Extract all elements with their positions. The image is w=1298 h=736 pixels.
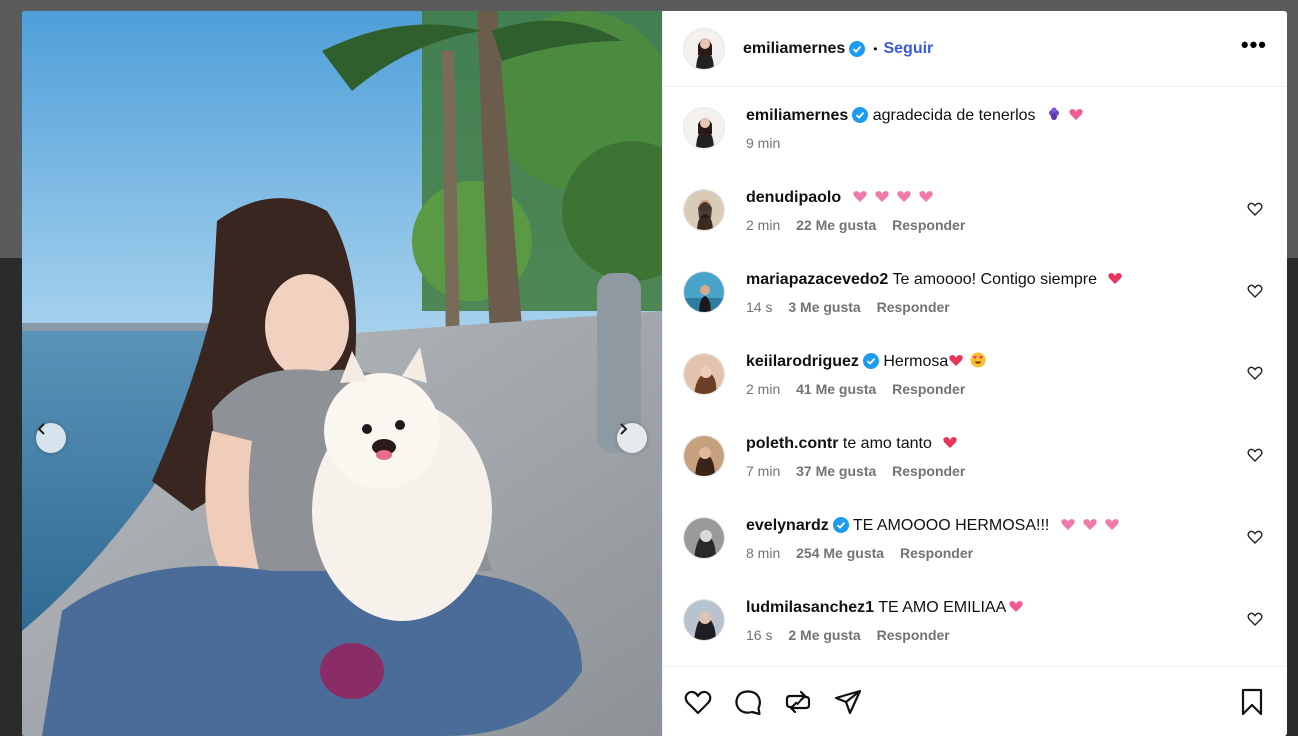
- heart-emoji-icon: [874, 191, 889, 202]
- post-photo: [22, 11, 662, 736]
- author-username[interactable]: emiliamernes: [743, 40, 845, 58]
- reply-button[interactable]: Responder: [892, 381, 965, 397]
- comment-item: denudipaolo 2 min 22 Me gusta Responder: [683, 187, 1267, 269]
- comment-likes[interactable]: 37 Me gusta: [796, 463, 876, 479]
- heart-emoji-icon: [896, 191, 911, 202]
- comment-username[interactable]: ludmilasanchez1: [746, 599, 874, 616]
- comment-item: ludmilasanchez1 TE AMO EMILIAA 16 s 2 Me…: [683, 597, 1267, 666]
- heart-emoji-icon: [943, 437, 957, 448]
- caption-text: agradecida de tenerlos: [872, 107, 1036, 124]
- comment-time: 16 s: [746, 627, 773, 643]
- heart-emoji-icon: [1083, 519, 1097, 530]
- caption-time: 9 min: [746, 135, 781, 151]
- comment-time: 2 min: [746, 217, 781, 233]
- reply-button[interactable]: Responder: [892, 463, 965, 479]
- backdrop-left: [0, 258, 22, 736]
- comment-time: 14 s: [746, 299, 773, 315]
- commenter-avatar[interactable]: [683, 517, 725, 559]
- comment-text: TE AMO EMILIAA: [878, 599, 1007, 616]
- reply-button[interactable]: Responder: [877, 299, 950, 315]
- share-icon[interactable]: [833, 687, 863, 717]
- author-avatar[interactable]: [683, 27, 725, 70]
- comments-panel: emiliamernes • Seguir ••• emiliamernes a…: [662, 11, 1287, 736]
- like-comment-heart-icon[interactable]: [1247, 365, 1263, 381]
- comment-likes[interactable]: 2 Me gusta: [788, 627, 860, 643]
- verified-badge-icon: [862, 353, 879, 369]
- comment-username[interactable]: mariapazacevedo2: [746, 271, 888, 288]
- comment-item: keiilarodriguez Hermosa 2 min 41 Me gust…: [683, 351, 1267, 433]
- comment-text: TE AMOOOO HERMOSA!!!: [852, 517, 1050, 534]
- author-avatar[interactable]: [683, 107, 725, 149]
- heart-emoji-icon: [918, 191, 933, 202]
- comment-time: 2 min: [746, 381, 781, 397]
- comment-text: te amo tanto: [842, 435, 932, 452]
- photo-scene: [22, 11, 662, 736]
- comment-text: Te amoooo! Contigo siempre: [892, 271, 1098, 288]
- heart-emoji-icon: [949, 355, 963, 366]
- backdrop-right: [1286, 258, 1298, 736]
- comment-time: 7 min: [746, 463, 781, 479]
- like-comment-heart-icon[interactable]: [1247, 283, 1263, 299]
- chevron-left-icon: [37, 423, 45, 435]
- heart-eyes-emoji-icon: [970, 352, 986, 368]
- comment-likes[interactable]: 22 Me gusta: [796, 217, 876, 233]
- grapes-emoji-icon: [1048, 107, 1059, 120]
- comment-text: Hermosa: [883, 353, 949, 370]
- bookmark-icon[interactable]: [1237, 687, 1267, 717]
- comment-username[interactable]: evelynardz: [746, 517, 829, 534]
- like-comment-heart-icon[interactable]: [1247, 201, 1263, 217]
- separator-dot: •: [873, 41, 878, 56]
- follow-button[interactable]: Seguir: [883, 40, 933, 58]
- comment-icon[interactable]: [733, 687, 763, 717]
- comment-likes[interactable]: 3 Me gusta: [788, 299, 860, 315]
- commenter-avatar[interactable]: [683, 599, 725, 641]
- heart-emoji-icon: [1108, 273, 1123, 284]
- comment-time: 8 min: [746, 545, 781, 561]
- action-bar: [663, 666, 1287, 736]
- commenter-avatar[interactable]: [683, 271, 725, 313]
- comment-username[interactable]: poleth.contr: [746, 435, 838, 452]
- comment-username[interactable]: denudipaolo: [746, 189, 841, 206]
- comment-username[interactable]: keiilarodriguez: [746, 353, 859, 370]
- verified-badge-icon: [832, 517, 849, 533]
- comment-item: mariapazacevedo2 Te amoooo! Contigo siem…: [683, 269, 1267, 351]
- verified-badge-icon: [849, 40, 866, 57]
- heart-emoji-icon: [852, 191, 867, 202]
- reply-button[interactable]: Responder: [877, 627, 950, 643]
- like-comment-heart-icon[interactable]: [1247, 611, 1263, 627]
- heart-emoji-icon: [1061, 519, 1075, 530]
- comment-item: evelynardz TE AMOOOO HERMOSA!!! 8 min 25…: [683, 515, 1267, 597]
- more-options-button[interactable]: •••: [1241, 33, 1267, 58]
- caption: emiliamernes agradecida de tenerlos 9 mi…: [683, 105, 1267, 187]
- like-comment-heart-icon[interactable]: [1247, 529, 1263, 545]
- like-comment-heart-icon[interactable]: [1247, 447, 1263, 463]
- chevron-right-icon: [620, 423, 628, 435]
- comment-list: emiliamernes agradecida de tenerlos 9 mi…: [663, 87, 1287, 666]
- post-modal: emiliamernes • Seguir ••• emiliamernes a…: [22, 11, 1287, 736]
- post-header: emiliamernes • Seguir •••: [663, 11, 1287, 87]
- caption-username[interactable]: emiliamernes: [746, 107, 848, 124]
- next-photo-button[interactable]: [617, 423, 647, 453]
- reply-button[interactable]: Responder: [892, 217, 965, 233]
- commenter-avatar[interactable]: [683, 189, 725, 231]
- heart-emoji-icon: [1009, 601, 1023, 612]
- commenter-avatar[interactable]: [683, 435, 725, 477]
- reply-button[interactable]: Responder: [900, 545, 973, 561]
- heart-emoji-icon: [1105, 519, 1119, 530]
- commenter-avatar[interactable]: [683, 353, 725, 395]
- repost-icon[interactable]: [783, 687, 813, 717]
- comment-likes[interactable]: 254 Me gusta: [796, 545, 884, 561]
- heart-icon[interactable]: [683, 687, 713, 717]
- comment-item: poleth.contr te amo tanto 7 min 37 Me gu…: [683, 433, 1267, 515]
- verified-badge-icon: [852, 107, 869, 123]
- comment-likes[interactable]: 41 Me gusta: [796, 381, 876, 397]
- previous-photo-button[interactable]: [36, 423, 66, 453]
- heart-emoji-icon: [1069, 109, 1083, 120]
